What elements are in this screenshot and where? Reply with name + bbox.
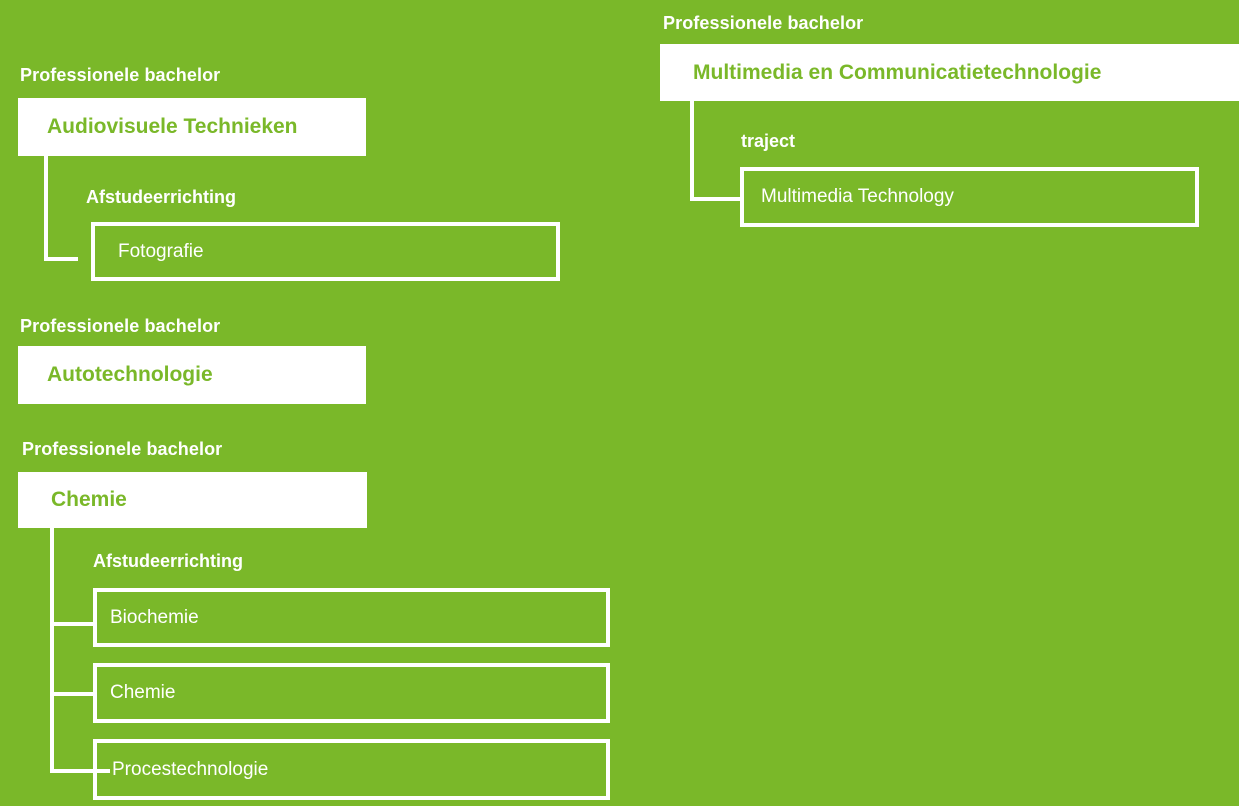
program-button-audiovisuele-technieken[interactable]: Audiovisuele Technieken (18, 98, 366, 156)
tree-connector-horizontal (690, 197, 742, 201)
option-label: Biochemie (110, 606, 199, 628)
option-chemie[interactable]: Chemie (93, 663, 610, 723)
option-label: Fotografie (118, 240, 204, 262)
option-multimedia-technology[interactable]: Multimedia Technology (740, 167, 1199, 227)
specialization-label: Afstudeerrichting (86, 187, 237, 207)
program-button-autotechnologie[interactable]: Autotechnologie (18, 346, 366, 404)
tree-connector-vertical (44, 156, 48, 261)
option-label: Procestechnologie (112, 758, 269, 780)
program-title: Audiovisuele Technieken (47, 115, 298, 138)
program-button-chemie[interactable]: Chemie (18, 472, 367, 528)
program-button-multimedia-communicatietechnologie[interactable]: Multimedia en Communicatietechnologie (660, 44, 1239, 101)
tree-connector-horizontal (50, 692, 94, 696)
program-title: Multimedia en Communicatietechnologie (693, 60, 1102, 84)
option-biochemie[interactable]: Biochemie (93, 588, 610, 647)
option-fotografie[interactable]: Fotografie (91, 222, 560, 281)
tree-connector-vertical (690, 101, 694, 201)
category-label: Professionele bachelor (20, 65, 221, 85)
program-title: Chemie (51, 488, 127, 511)
tree-connector-horizontal (50, 622, 94, 626)
category-label: Professionele bachelor (663, 13, 864, 33)
option-procestechnologie[interactable]: Procestechnologie (93, 739, 610, 800)
tree-connector-vertical (50, 528, 54, 773)
track-label: traject (741, 131, 796, 151)
category-label: Professionele bachelor (22, 439, 223, 459)
specialization-label: Afstudeerrichting (93, 551, 244, 571)
tree-connector-horizontal (44, 257, 78, 261)
program-title: Autotechnologie (47, 363, 213, 386)
category-label: Professionele bachelor (20, 316, 221, 336)
option-label: Multimedia Technology (761, 186, 954, 207)
option-label: Chemie (110, 682, 176, 703)
